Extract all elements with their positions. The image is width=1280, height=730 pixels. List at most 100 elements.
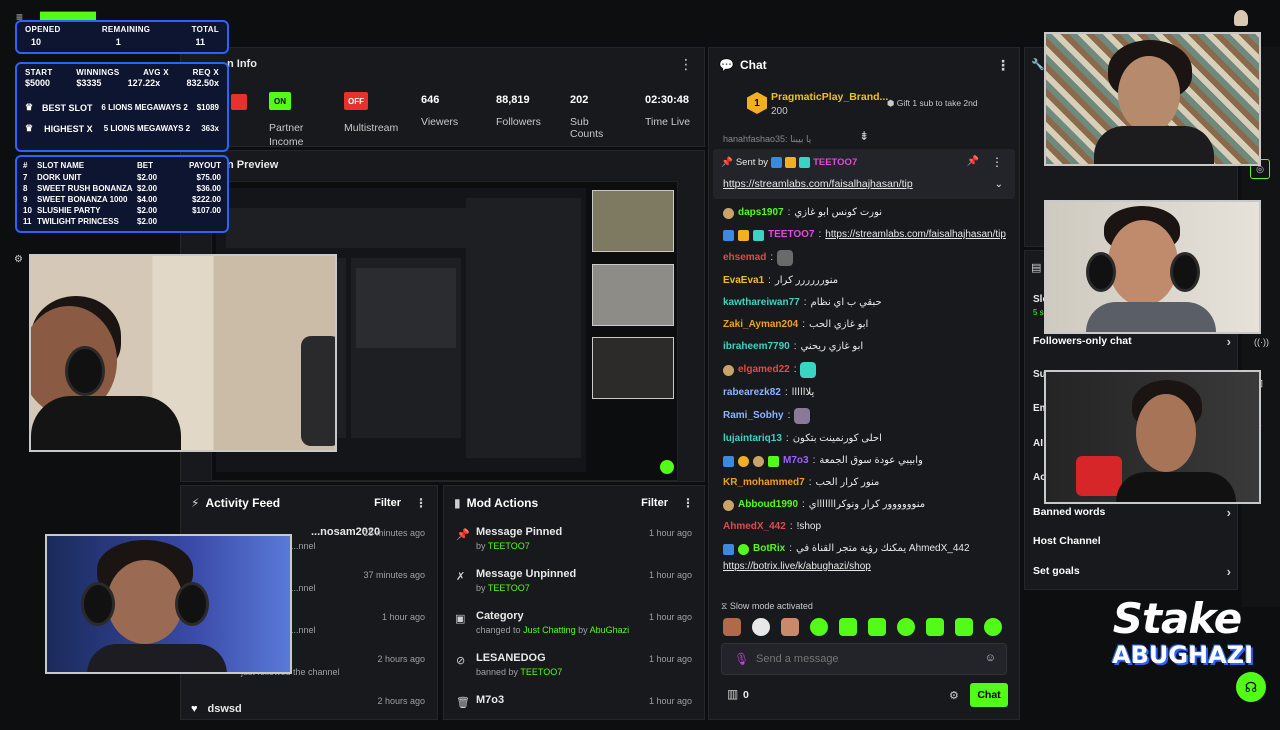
microphone-icon[interactable]: 🎙	[734, 652, 749, 666]
chat-username[interactable]: Zaki_Ayman204	[723, 318, 798, 332]
scroll-down-icon[interactable]: ⇟	[859, 129, 869, 143]
chat-message: daps1907: نورت كونس ابو غازي	[709, 204, 1021, 224]
setting-label: Banned words	[1033, 506, 1106, 518]
mod-time: 1 hour ago	[648, 696, 692, 706]
mod-category[interactable]: Just Chatting	[523, 625, 576, 635]
emote-icon[interactable]	[926, 618, 944, 636]
hamburger-menu-icon[interactable]: ≡	[16, 10, 23, 24]
partner-income-toggle[interactable]: ON	[269, 92, 291, 110]
slot-name: SWEET RUSH BONANZA	[37, 184, 133, 193]
sent-by-user[interactable]: TEETOO7	[813, 157, 857, 168]
mod-actions-menu-icon[interactable]: ⋮	[682, 496, 694, 510]
chat-messages[interactable]: daps1907: نورت كونس ابو غازي TEETOO7: ht…	[709, 204, 1021, 604]
chat-username[interactable]: EvaEva1	[723, 274, 764, 288]
slot-stats-values: $5000 $3335 127.22x 832.50x	[25, 78, 219, 88]
chat-username[interactable]: M7o3	[783, 454, 809, 468]
chat-text: حبقي ب اي نظام	[810, 297, 882, 308]
avatar-icon	[723, 364, 734, 376]
chat-username[interactable]: Abboud1990	[738, 498, 798, 512]
chat-link[interactable]: https://streamlabs.com/faisalhajhasan/ti…	[825, 228, 1006, 242]
emote-icon[interactable]	[781, 618, 799, 636]
chat-username[interactable]: BotRix	[753, 542, 785, 556]
gear-icon[interactable]: ⚙	[14, 254, 23, 265]
mod-row: ✗ Message Unpinned by TEETOO7 1 hour ago	[444, 562, 704, 604]
emote-icon[interactable]	[810, 618, 828, 636]
chat-text: ابو غازي ريحني	[800, 341, 864, 352]
col-bet: BET	[137, 161, 153, 170]
slot-stats-box: START WINNINGS AVG X REQ X $5000 $3335 1…	[15, 62, 229, 152]
setting-label: Followers-only chat	[1033, 335, 1132, 347]
chat-link[interactable]: https://botrix.live/k/abughazi/shop	[723, 560, 1007, 574]
stat-label: Sub Counts	[570, 116, 604, 140]
multistream-toggle[interactable]: OFF	[344, 92, 368, 110]
chat-settings-gear-icon[interactable]: ⚙	[949, 689, 959, 702]
mod-by-label: by	[476, 541, 486, 551]
chevron-down-icon[interactable]: ⌄	[995, 179, 1003, 190]
chat-username[interactable]: daps1907	[738, 206, 784, 220]
stream-info-menu-icon[interactable]: ⋮	[679, 56, 693, 73]
activity-feed-menu-icon[interactable]: ⋮	[415, 496, 427, 510]
emote-icon[interactable]	[752, 618, 770, 636]
wrench-icon: 🔧	[1031, 59, 1045, 71]
chat-send-button[interactable]: Chat	[970, 683, 1008, 707]
kick-logo	[40, 11, 96, 20]
setting-label: Set goals	[1033, 565, 1080, 577]
unpin-icon[interactable]: 📌	[967, 156, 979, 167]
top-gifter-name[interactable]: PragmaticPlay_Brand...	[771, 91, 888, 103]
chat-username[interactable]: rabearezk82	[723, 386, 781, 400]
activity-feed-filter[interactable]: Filter	[374, 497, 401, 509]
chat-input-box[interactable]: 🎙 ☺	[721, 643, 1007, 675]
mod-time: 1 hour ago	[648, 528, 692, 538]
chat-username[interactable]: KR_mohammed7	[723, 476, 805, 490]
slot-list-box: # SLOT NAME BET PAYOUT 7 DORK UNIT $2.00 $7…	[15, 155, 229, 233]
set-goals-item[interactable]: Set goals ›	[1025, 556, 1239, 586]
stat-label: Viewers	[421, 116, 459, 128]
mod-by-user[interactable]: TEETOO7	[488, 583, 530, 593]
chat-username[interactable]: elgamed22	[738, 363, 790, 377]
chat-username[interactable]: lujaintariq13	[723, 432, 782, 446]
chat-message: rabearezk82: يلاااااا	[723, 386, 815, 400]
emote-icon[interactable]	[723, 618, 741, 636]
mod-actions-filter[interactable]: Filter	[641, 497, 668, 509]
gift-sub-prompt[interactable]: ⬢ Gift 1 sub to take 2nd	[887, 98, 978, 109]
avatar[interactable]	[1234, 10, 1248, 26]
pinned-menu-icon[interactable]: ⋮	[991, 155, 1003, 169]
highest-x-row: ♛ HIGHEST X 5 LIONS MEGAWAYS 2 363x	[25, 123, 219, 134]
mod-by-user[interactable]: TEETOO7	[520, 667, 562, 677]
badge-icon	[723, 455, 734, 467]
feed-time: 2 hours ago	[377, 696, 425, 706]
chat-username[interactable]: Rami_Sobhy	[723, 409, 784, 423]
mod-by-label: by	[578, 625, 588, 635]
mod-by-user[interactable]: AbuGhazi	[590, 625, 630, 635]
badge-icon	[723, 229, 734, 241]
emote-icon[interactable]	[839, 618, 857, 636]
chat-username[interactable]: ibraheem7790	[723, 340, 790, 354]
broadcast-icon[interactable]: ((·))	[1254, 337, 1269, 347]
emote-icon[interactable]	[955, 618, 973, 636]
best-slot-value: $1089	[196, 103, 219, 112]
chat-username[interactable]: kawthareiwan77	[723, 296, 800, 310]
mod-by-user[interactable]: TEETOO7	[488, 541, 530, 551]
pinned-link[interactable]: https://streamlabs.com/faisalhajhasan/ti…	[723, 178, 913, 190]
stat-subs: 202 Sub Counts	[570, 94, 610, 140]
live-tile[interactable]	[231, 94, 247, 110]
emote-icon[interactable]	[897, 618, 915, 636]
chat-username[interactable]: ehsemad	[723, 251, 766, 265]
emote-icon[interactable]	[984, 618, 1002, 636]
points-icon[interactable]: ▥	[727, 687, 738, 701]
sub-icon	[768, 455, 779, 467]
chat-text: منوووووور كرار ونوكراااااااي	[808, 499, 926, 510]
chat-input[interactable]	[756, 650, 976, 668]
points-count: 0	[743, 689, 749, 701]
chat-menu-icon[interactable]: ⋮	[996, 57, 1010, 74]
stat-label: Time Live	[645, 116, 691, 128]
pinned-message[interactable]: 📌 Sent by TEETOO7 https://streamlabs.com…	[713, 149, 1015, 199]
support-headset-icon[interactable]: ☊	[1236, 672, 1266, 702]
emoji-icon[interactable]: ☺	[985, 652, 996, 664]
opened-value: 10	[31, 37, 42, 47]
chat-username[interactable]: AhmedX_442	[723, 520, 786, 534]
emote-icon[interactable]	[868, 618, 886, 636]
chat-username[interactable]: TEETOO7	[768, 228, 815, 242]
host-channel-item[interactable]: Host Channel	[1025, 526, 1239, 556]
chat-message: TEETOO7: https://streamlabs.com/faisalha…	[709, 224, 1021, 246]
